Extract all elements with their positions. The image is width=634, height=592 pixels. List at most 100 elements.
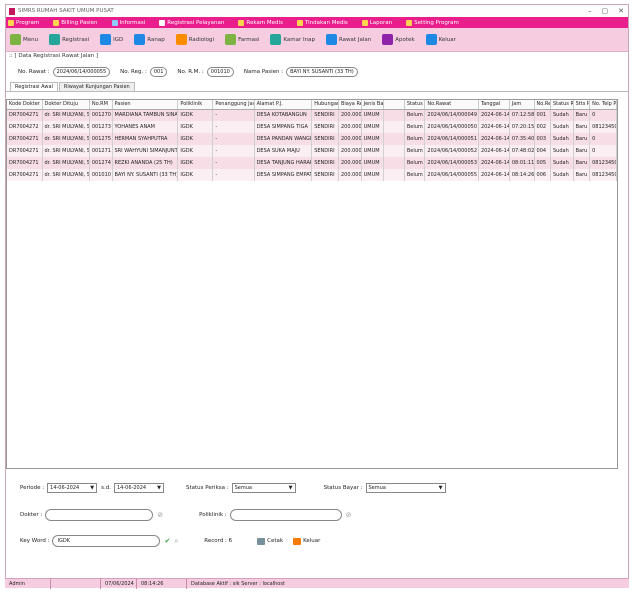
toolbar-registrasi-button[interactable]: Registrasi — [49, 34, 89, 45]
menu-registrasi[interactable]: Registrasi Pelayanan — [159, 19, 224, 26]
col-header[interactable]: Jam — [509, 100, 535, 110]
table-row[interactable]: DR7004271dr. SRI MULYANI, Sp.A001270MARD… — [7, 109, 617, 121]
table-cell: dr. SRI MULYANI, Sp.A — [42, 109, 90, 121]
checkmark-icon[interactable]: ✔ — [164, 537, 170, 545]
table-row[interactable]: DR7004271dr. SRI MULYANI, Sp.A001010BAYI… — [7, 169, 617, 181]
dropdown-arrow-icon[interactable]: ▼ — [287, 485, 295, 491]
cetak-button[interactable]: Cetak — [257, 537, 283, 545]
col-header[interactable] — [383, 100, 405, 110]
col-header[interactable]: Penanggung Jawab — [212, 100, 255, 110]
table-cell: Sudah — [550, 169, 574, 181]
table-row[interactable]: DR7004272dr. SRI MULYANI, Sp.A001273YOHA… — [7, 121, 617, 133]
col-header[interactable]: No.RM — [89, 100, 113, 110]
close-icon[interactable]: ✕ — [618, 7, 624, 15]
col-header[interactable]: Status — [404, 100, 426, 110]
col-header[interactable]: No.Reg — [534, 100, 551, 110]
col-header[interactable]: Jenis Bayar — [361, 100, 385, 110]
menu-rekam-medis[interactable]: Rekam Medis — [238, 19, 283, 26]
no-reg-field[interactable]: 001 — [149, 67, 168, 77]
search-clinic-icon[interactable]: ⊘ — [346, 511, 352, 519]
col-header[interactable]: Stts Poli — [573, 100, 591, 110]
table-cell: Baru — [573, 109, 591, 121]
col-header[interactable]: Poliklinik — [177, 100, 214, 110]
dokter-row: Dokter : ⊘ Poliklinik : ⊘ — [20, 509, 352, 521]
dropdown-arrow-icon[interactable]: ▼ — [155, 485, 163, 491]
col-header[interactable]: Biaya Reg — [338, 100, 362, 110]
menu-program[interactable]: Program — [8, 19, 39, 26]
table-row[interactable]: DR7004271dr. SRI MULYANI, Sp.A001271SRI … — [7, 145, 617, 157]
table-cell: - — [212, 169, 255, 181]
table-cell: 001273 — [89, 121, 113, 133]
title-bar: SIMRS RUMAH SAKIT UMUM PUSAT – ▢ ✕ — [6, 5, 628, 17]
date-from-picker[interactable]: 14-06-2024 ▼ — [47, 483, 98, 493]
table-cell: UMUM — [361, 121, 385, 133]
tab-riwayat-kunjungan[interactable]: Riwayat Kunjungan Pasien — [58, 82, 135, 91]
registration-icon — [159, 19, 166, 26]
table-cell: 07:12:58 — [509, 109, 535, 121]
minimize-icon[interactable]: – — [588, 7, 592, 15]
panel-caption: :: [ Data Registrasi Rawat Jalan ] — [9, 53, 99, 59]
date-to-picker[interactable]: 14-06-2024 ▼ — [114, 483, 164, 493]
report-icon — [361, 19, 368, 26]
table-cell: 001270 — [89, 109, 113, 121]
toolbar-igd-button[interactable]: IGD — [100, 34, 123, 45]
toolbar-rawat-jalan-button[interactable]: Rawat Jalan — [325, 34, 371, 45]
table-cell: Sudah — [550, 121, 574, 133]
col-header[interactable]: Status Rawat — [550, 100, 574, 110]
search-icon[interactable]: ⌕ — [174, 537, 178, 546]
key-word-input[interactable]: IGDK — [52, 535, 161, 547]
table-cell: Belum — [404, 121, 426, 133]
menu-billing[interactable]: Billing Pasien — [53, 19, 98, 26]
tab-registrasi-awal[interactable]: Registrasi Awal — [10, 82, 58, 91]
col-header[interactable]: Kode Dokter — [7, 100, 43, 110]
col-header[interactable]: Dokter Dituju — [42, 100, 90, 110]
toolbar-apotek-button[interactable]: Apotek — [382, 34, 415, 45]
table-cell: YOHANES ANAM — [112, 121, 179, 133]
table-cell: 2024-06-14 — [478, 133, 510, 145]
col-header[interactable]: Hubungan P.J. — [311, 100, 339, 110]
status-periksa-select[interactable]: Semua ▼ — [231, 483, 296, 493]
keluar-button[interactable]: Keluar — [293, 537, 320, 545]
table-cell: DR7004271 — [7, 157, 43, 169]
table-cell: DESA PANDAN WANGI — [254, 133, 313, 145]
table-row[interactable]: DR7004271dr. SRI MULYANI, Sp.A001275HERM… — [7, 133, 617, 145]
nama-pasien-field[interactable]: BAYI NY. SUSANTI (33 TH) — [286, 67, 358, 77]
toolbar-menu-button[interactable]: Menu — [10, 34, 38, 45]
medical-record-icon — [238, 19, 245, 26]
dropdown-arrow-icon[interactable]: ▼ — [437, 485, 445, 491]
record-count: Record : 6 — [204, 538, 233, 544]
table-cell: Sudah — [550, 145, 574, 157]
menu-setting[interactable]: Setting Program — [406, 19, 459, 26]
registration-icon — [49, 34, 61, 45]
toolbar-radiologi-button[interactable]: Radiologi — [175, 34, 214, 45]
col-header[interactable]: No. Telp Pasien — [589, 100, 617, 110]
table-cell: 2024/06/14/000050 — [424, 121, 479, 133]
dropdown-arrow-icon[interactable]: ▼ — [88, 485, 96, 491]
toolbar-ranap-button[interactable]: Ranap — [134, 34, 165, 45]
col-header[interactable]: No.Rawat — [424, 100, 479, 110]
table-row[interactable]: DR7004271dr. SRI MULYANI, Sp.A001274REZK… — [7, 157, 617, 169]
toolbar-farmasi-button[interactable]: Farmasi — [225, 34, 259, 45]
status-bayar-select[interactable]: Semua ▼ — [365, 483, 446, 493]
outpatient-icon — [325, 34, 337, 45]
toolbar-kamar-inap-button[interactable]: Kamar Inap — [270, 34, 315, 45]
search-doctor-icon[interactable]: ⊘ — [157, 511, 163, 519]
menu-laporan[interactable]: Laporan — [361, 19, 392, 26]
toolbar-keluar-button[interactable]: Keluar — [425, 34, 456, 45]
registration-table[interactable]: Kode Dokter Dokter Dituju No.RM Pasien P… — [6, 99, 618, 469]
bottom-panel: Periode : 14-06-2024 ▼ s.d. 14-06-2024 ▼ S… — [6, 475, 618, 567]
restore-icon[interactable]: ▢ — [602, 7, 609, 15]
no-rm-field[interactable]: 001010 — [206, 67, 234, 77]
table-cell: Baru — [573, 121, 591, 133]
col-header[interactable]: Alamat P.J. — [254, 100, 313, 110]
poliklinik-input[interactable] — [229, 509, 342, 521]
col-header[interactable]: Tanggal — [478, 100, 510, 110]
dokter-input[interactable] — [45, 509, 154, 521]
col-header[interactable]: Pasien — [112, 100, 179, 110]
table-cell: IGDK — [177, 157, 214, 169]
menu-tindakan[interactable]: Tindakan Medis — [296, 19, 348, 26]
no-rawat-field[interactable]: 2024/06/14/000055 — [52, 67, 111, 77]
table-cell: - — [212, 121, 255, 133]
menu-informasi[interactable]: Informasi — [111, 19, 145, 26]
room-icon — [270, 34, 282, 45]
